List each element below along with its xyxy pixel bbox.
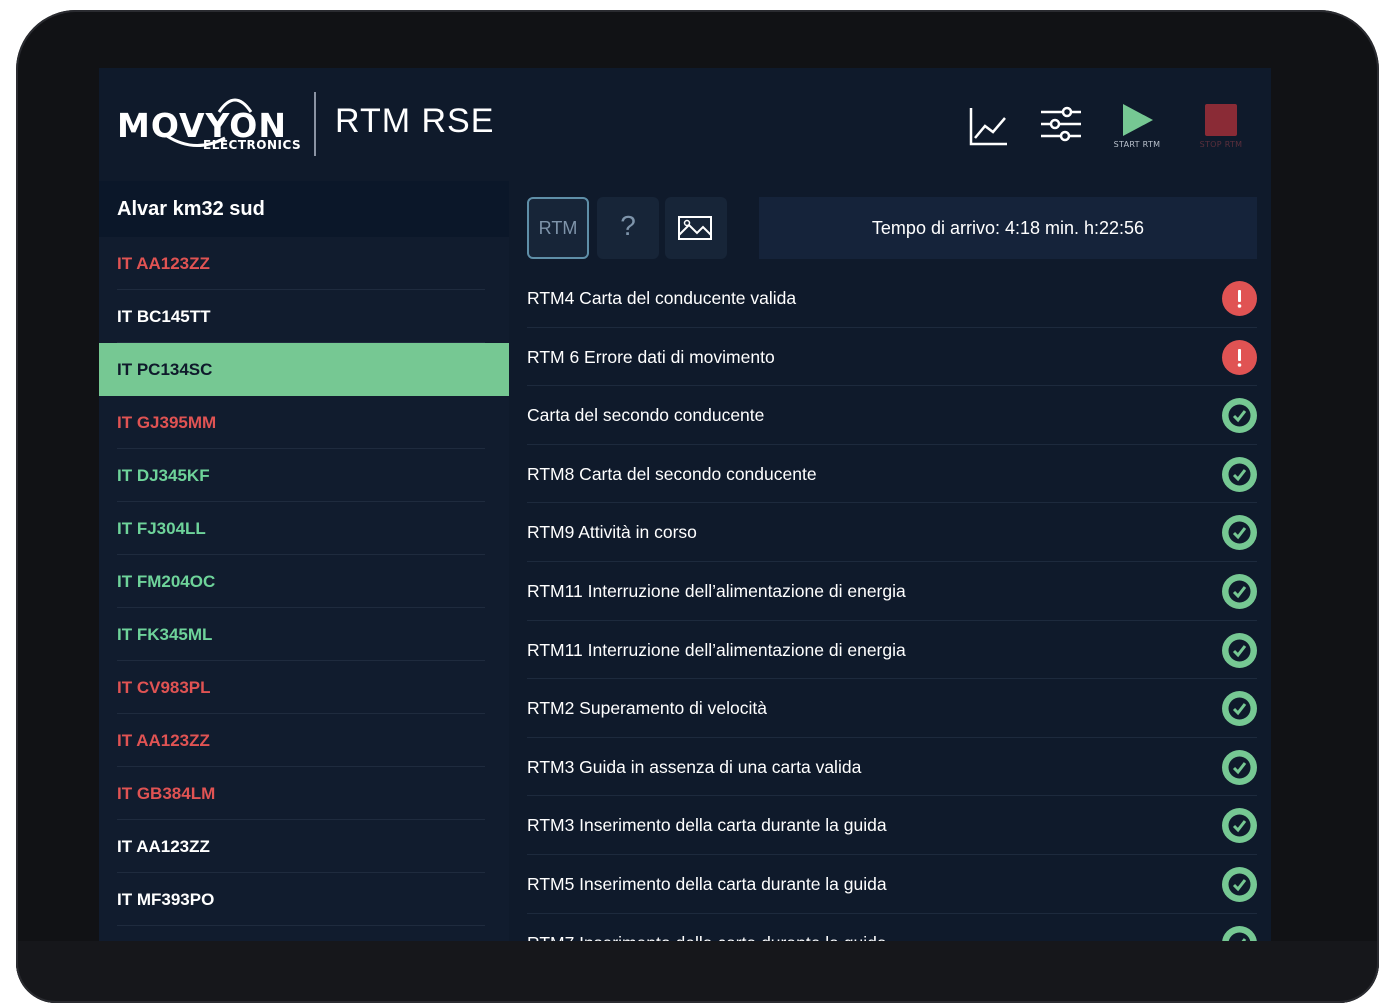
event-label: RTM11 Interruzione dell’alimentazione di… <box>527 639 906 660</box>
event-row[interactable]: RTM4 Carta del conducente valida <box>509 269 1271 328</box>
event-row[interactable]: RTM11 Interruzione dell’alimentazione di… <box>509 621 1271 680</box>
check-icon <box>1222 456 1257 492</box>
alert-icon <box>1222 339 1257 375</box>
event-row[interactable]: Carta del secondo conducente <box>509 386 1271 445</box>
tab-help[interactable]: ? <box>597 197 659 259</box>
check-icon <box>1222 632 1257 668</box>
check-icon <box>1222 866 1257 902</box>
check-icon <box>1222 515 1257 551</box>
vehicle-item[interactable]: IT BC145TT <box>99 290 509 343</box>
vehicle-item[interactable]: IT CV983PL <box>99 661 509 714</box>
sliders-icon <box>1041 106 1081 142</box>
event-label: RTM9 Attività in corso <box>527 522 697 543</box>
event-label: RTM2 Superamento di velocità <box>527 698 767 719</box>
vehicle-item[interactable]: IT AA123ZZ <box>99 237 509 290</box>
event-label: RTM4 Carta del conducente valida <box>527 288 797 308</box>
check-icon <box>1222 808 1257 844</box>
event-label: RTM11 Interruzione dell’alimentazione di… <box>527 580 906 601</box>
check-icon <box>1222 925 1257 941</box>
event-row[interactable]: RTM3 Inserimento della carta durante la … <box>509 796 1271 855</box>
vehicle-item[interactable]: IT DJ345KF <box>99 449 509 502</box>
tab-rtm-label: RTM <box>538 218 578 238</box>
event-list: RTM4 Carta del conducente valida RTM 6 E… <box>509 269 1271 941</box>
event-row[interactable]: RTM5 Inserimento della carta durante la … <box>509 855 1271 914</box>
stop-icon <box>1205 104 1237 136</box>
vehicle-list: IT AA123ZZ IT BC145TT IT PC134SC IT GJ39… <box>99 237 509 926</box>
app-header: MOVYON ELECTRONICS RTM RSE START RTM STO… <box>99 68 1271 181</box>
event-label: RTM3 Guida in assenza di una carta valid… <box>527 756 862 777</box>
chart-line-icon <box>969 108 1007 146</box>
vehicle-item[interactable]: IT FM204OC <box>99 555 509 608</box>
main-panel: RTM ? Tempo di arrivo: 4:18 min. h:22:56… <box>509 181 1271 941</box>
event-row[interactable]: RTM8 Carta del secondo conducente <box>509 445 1271 504</box>
event-row[interactable]: RTM2 Superamento di velocità <box>509 679 1271 738</box>
settings-button[interactable] <box>1031 100 1091 160</box>
start-rtm-label: START RTM <box>1113 140 1161 149</box>
vehicle-item[interactable]: IT FJ304LL <box>99 502 509 555</box>
image-icon <box>678 216 712 240</box>
alert-icon <box>1222 281 1257 316</box>
event-row[interactable]: RTM11 Interruzione dell’alimentazione di… <box>509 562 1271 621</box>
event-label: RTM5 Inserimento della carta durante la … <box>527 873 887 894</box>
event-label: RTM3 Inserimento della carta durante la … <box>527 815 887 836</box>
event-label: RTM7 Inserimento della carta durante la … <box>527 933 887 941</box>
stop-rtm-label: STOP RTM <box>1199 140 1243 149</box>
event-row[interactable]: RTM9 Attività in corso <box>509 503 1271 562</box>
logo-subtitle: ELECTRONICS <box>203 138 302 152</box>
event-label: RTM8 Carta del secondo conducente <box>527 463 817 484</box>
vehicle-item[interactable]: IT AA123ZZ <box>99 820 509 873</box>
event-row[interactable]: RTM7 Inserimento della carta durante la … <box>509 914 1271 941</box>
vehicle-item[interactable]: IT AA123ZZ <box>99 714 509 767</box>
vehicle-item-selected[interactable]: IT PC134SC <box>99 343 509 396</box>
event-row[interactable]: RTM3 Guida in assenza di una carta valid… <box>509 738 1271 797</box>
vehicle-item[interactable]: IT GB384LM <box>99 767 509 820</box>
check-icon <box>1222 749 1257 785</box>
check-icon <box>1222 573 1257 609</box>
movyon-logo: MOVYON ELECTRONICS <box>117 92 302 158</box>
page-title: RTM RSE <box>335 102 495 140</box>
station-title: Alvar km32 sud <box>99 181 509 237</box>
tab-image[interactable] <box>665 197 727 259</box>
vehicle-sidebar: Alvar km32 sud IT AA123ZZ IT BC145TT IT … <box>99 181 509 941</box>
vehicle-item[interactable]: IT MF393PO <box>99 873 509 926</box>
event-label: Carta del secondo conducente <box>527 405 765 426</box>
help-icon: ? <box>620 210 636 241</box>
app-screen: MOVYON ELECTRONICS RTM RSE START RTM STO… <box>99 68 1271 941</box>
play-icon <box>1123 104 1153 136</box>
event-label: RTM 6 Errore dati di movimento <box>527 346 775 367</box>
check-icon <box>1222 398 1257 434</box>
stop-rtm-button[interactable]: STOP RTM <box>1193 100 1253 160</box>
arrival-time: Tempo di arrivo: 4:18 min. h:22:56 <box>759 197 1257 259</box>
header-divider <box>314 92 316 156</box>
event-row[interactable]: RTM 6 Errore dati di movimento <box>509 328 1271 387</box>
check-icon <box>1222 691 1257 727</box>
tablet-bezel-bottom <box>16 941 1379 1003</box>
tab-rtm[interactable]: RTM <box>527 197 589 259</box>
start-rtm-button[interactable]: START RTM <box>1107 100 1167 160</box>
vehicle-item[interactable]: IT FK345ML <box>99 608 509 661</box>
chart-button[interactable] <box>957 100 1017 160</box>
vehicle-item[interactable]: IT GJ395MM <box>99 396 509 449</box>
